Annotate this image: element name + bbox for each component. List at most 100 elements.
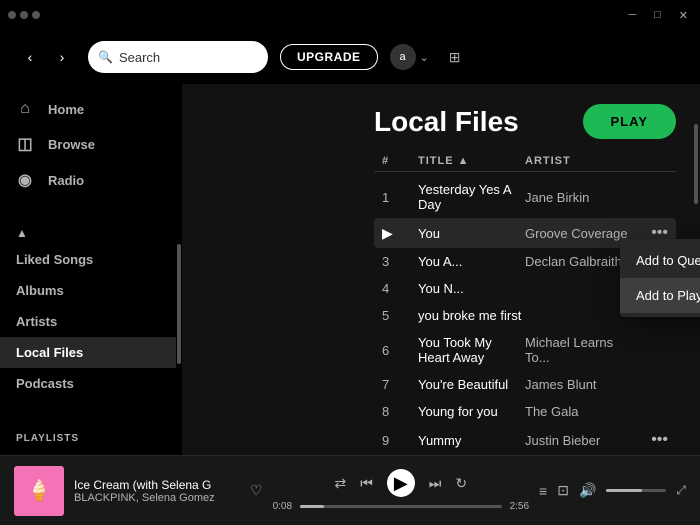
back-button[interactable]: ‹ (16, 43, 44, 71)
collapse-up-icon[interactable]: ▲ (16, 226, 28, 240)
shuffle-button[interactable]: ⇄ (334, 475, 346, 492)
sidebar: ⌂ Home ◫ Browse ◉ Radio ▲ Liked Songs (0, 84, 176, 455)
sidebar-scrollbar[interactable] (176, 84, 182, 455)
sidebar-item-label: Radio (48, 173, 84, 188)
table-row[interactable]: 8 Young for you The Gala (374, 398, 676, 425)
col-more (632, 155, 668, 167)
progress-bar-container: 0:08 2:56 (273, 501, 529, 512)
repeat-button[interactable]: ↻ (455, 475, 467, 492)
sidebar-item-label: Browse (48, 137, 95, 152)
volume-fill (606, 489, 642, 492)
volume-icon[interactable]: 🔊 (579, 482, 596, 499)
total-time: 2:56 (510, 501, 529, 512)
navbar: ‹ › 🔍 UPGRADE a ⌄ ⊞ (0, 30, 700, 84)
table-row[interactable]: 9 Yummy Justin Bieber ••• (374, 425, 676, 455)
progress-bar[interactable] (300, 505, 502, 508)
sidebar-item-albums[interactable]: Albums (0, 275, 176, 306)
play-button[interactable]: PLAY (583, 104, 676, 139)
sidebar-item-home[interactable]: ⌂ Home (0, 92, 176, 126)
player: 🍦 Ice Cream (with Selena G BLACKPINK, Se… (0, 455, 700, 525)
sidebar-item-liked-songs[interactable]: Liked Songs (0, 244, 176, 275)
table-header: # TITLE ▲ ARTIST (374, 151, 676, 172)
titlebar-dot-2 (20, 11, 28, 19)
col-artist: ARTIST (525, 155, 632, 167)
sidebar-wrapper: ⌂ Home ◫ Browse ◉ Radio ▲ Liked Songs (0, 84, 350, 455)
context-menu-item-add-to-queue[interactable]: Add to Queue (620, 243, 700, 278)
player-center: ⇄ ⏮ ▶ ⏭ ↻ 0:08 2:56 (273, 469, 529, 512)
sidebar-item-my-local-music[interactable]: My Local Music (0, 450, 176, 455)
play-pause-button[interactable]: ▶ (387, 469, 415, 497)
sidebar-item-artists[interactable]: Artists (0, 306, 176, 337)
fullscreen-button[interactable]: ⤢ (676, 483, 686, 498)
sidebar-item-label: Albums (16, 283, 64, 298)
sidebar-item-label: Liked Songs (16, 252, 93, 267)
sidebar-item-local-files[interactable]: Local Files (0, 337, 176, 368)
sidebar-item-podcasts[interactable]: Podcasts (0, 368, 176, 399)
user-menu[interactable]: a ⌄ (390, 44, 429, 70)
album-art: 🍦 (14, 466, 64, 516)
like-button[interactable]: ♡ (250, 482, 263, 499)
radio-icon: ◉ (16, 170, 34, 190)
search-icon: 🔍 (98, 50, 113, 64)
playlists-label: PLAYLISTS (16, 433, 79, 444)
current-time: 0:08 (273, 501, 292, 512)
player-track-artist: BLACKPINK, Selena Gomez (74, 492, 234, 504)
search-bar[interactable]: 🔍 (88, 41, 268, 73)
forward-button[interactable]: › (48, 43, 76, 71)
maximize-button[interactable]: □ (650, 9, 665, 21)
track-num: 6 (382, 343, 418, 358)
player-right-controls: ≡ ⊡ 🔊 ⤢ (539, 482, 686, 499)
titlebar-win-controls: ─ □ ✕ (624, 9, 692, 22)
track-artist: Michael Learns To... (525, 335, 632, 365)
devices-icon[interactable]: ⊡ (557, 482, 569, 499)
table-row[interactable]: 7 You're Beautiful James Blunt (374, 371, 676, 398)
content-header: Local Files PLAY (350, 84, 700, 151)
track-num: 9 (382, 433, 418, 448)
track-title: Young for you (418, 404, 525, 419)
sidebar-item-browse[interactable]: ◫ Browse (0, 126, 176, 162)
player-track-title: Ice Cream (with Selena G (74, 478, 234, 492)
volume-bar[interactable] (606, 489, 666, 492)
sidebar-item-label: Local Files (16, 345, 83, 360)
progress-fill (300, 505, 324, 508)
main-layout: ⌂ Home ◫ Browse ◉ Radio ▲ Liked Songs (0, 84, 700, 455)
sidebar-nav: ⌂ Home ◫ Browse ◉ Radio (0, 84, 176, 206)
track-artist: James Blunt (525, 377, 632, 392)
track-num: 8 (382, 404, 418, 419)
track-title: Yesterday Yes A Day (418, 182, 525, 212)
player-controls: ⇄ ⏮ ▶ ⏭ ↻ (334, 469, 467, 497)
prev-button[interactable]: ⏮ (360, 475, 373, 492)
context-menu-item-add-to-playlist[interactable]: Add to Playlist › (620, 278, 700, 313)
track-artist: Justin Bieber (525, 433, 632, 448)
track-title: You N... (418, 281, 525, 296)
sidebar-item-radio[interactable]: ◉ Radio (0, 162, 176, 198)
player-info: Ice Cream (with Selena G BLACKPINK, Sele… (74, 478, 234, 504)
next-button[interactable]: ⏭ (429, 475, 442, 492)
track-title: Yummy (418, 433, 525, 448)
track-artist: Declan Galbraith (525, 254, 632, 269)
sidebar-item-label: Artists (16, 314, 57, 329)
minimize-button[interactable]: ─ (624, 9, 640, 21)
chevron-down-icon: ⌄ (420, 51, 429, 64)
track-artist: Jane Birkin (525, 190, 632, 205)
track-title: You Took My Heart Away (418, 335, 525, 365)
table-row[interactable]: 1 Yesterday Yes A Day Jane Birkin (374, 176, 676, 218)
avatar: a (390, 44, 416, 70)
col-title: TITLE ▲ (418, 155, 525, 167)
sidebar-item-label: Podcasts (16, 376, 74, 391)
scrollbar-icon: ⊞ (449, 49, 461, 66)
track-num: 4 (382, 281, 418, 296)
track-title: You (418, 226, 525, 241)
queue-icon[interactable]: ≡ (539, 483, 547, 499)
close-button[interactable]: ✕ (675, 9, 692, 22)
search-input[interactable] (119, 50, 229, 65)
context-menu: Add to Queue Add to Playlist › (620, 239, 700, 317)
titlebar-dot-1 (8, 11, 16, 19)
track-artist: Groove Coverage (525, 226, 632, 241)
table-row[interactable]: 6 You Took My Heart Away Michael Learns … (374, 329, 676, 371)
track-more-icon[interactable]: ••• (632, 431, 668, 449)
sidebar-scrollbar-thumb (177, 244, 181, 364)
upgrade-button[interactable]: UPGRADE (280, 44, 378, 70)
sidebar-item-label: Home (48, 102, 84, 117)
playlists-section-header: PLAYLISTS (0, 427, 176, 450)
